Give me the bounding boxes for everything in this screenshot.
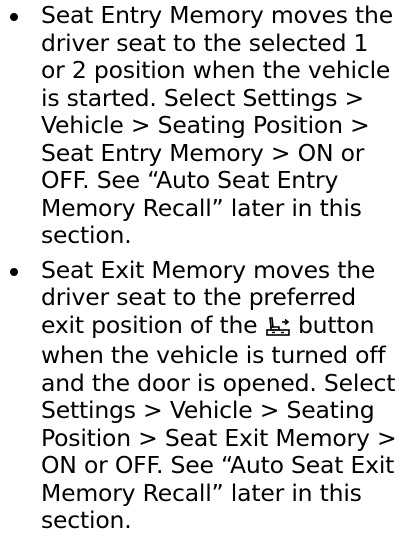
bullet-text-after-icon: button when the vehicle is turned off an…	[41, 310, 397, 534]
bullet-item-seat-exit-memory: Seat Exit Memory moves the driver seat t…	[0, 256, 405, 535]
bullet-dot	[10, 267, 18, 276]
bullet-item-seat-entry-memory: Seat Entry Memory moves the driver seat …	[0, 1, 405, 250]
bullet-dot	[10, 13, 18, 21]
seat-exit-icon	[265, 315, 290, 343]
bullet-text: Seat Entry Memory moves the driver seat …	[41, 1, 394, 249]
document-page: Seat Entry Memory moves the driver seat …	[0, 0, 405, 534]
bullet-list: Seat Entry Memory moves the driver seat …	[0, 1, 405, 542]
